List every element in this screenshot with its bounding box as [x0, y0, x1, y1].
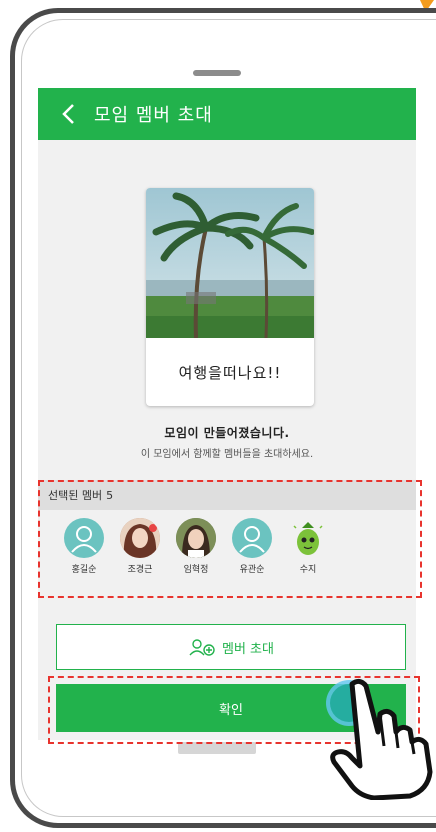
add-person-icon [188, 638, 216, 656]
invite-member-label: 멤버 초대 [222, 641, 274, 657]
pointing-hand-icon [330, 678, 433, 800]
back-arrow-icon[interactable] [48, 88, 88, 140]
invite-hint-text: 이 모임에서 함께할 멤버들을 초대하세요. [140, 449, 314, 460]
group-card: 여행을떠나요!! [146, 188, 314, 406]
app-screen: 모임 멤버 초대 여행을떠나요!! 모임이 만들어졌습니다. 이 모임에서 함께… [38, 88, 416, 740]
group-name: 여행을떠나요!! [178, 363, 282, 382]
phone-speaker [193, 70, 241, 76]
group-created-message: 모임이 만들어졌습니다. [164, 426, 290, 440]
highlight-selected-members [38, 480, 422, 598]
app-header: 모임 멤버 초대 [38, 88, 416, 140]
group-cover-image [146, 188, 314, 338]
page-title: 모임 멤버 초대 [94, 105, 213, 126]
invite-member-button[interactable]: 멤버 초대 [56, 624, 406, 670]
